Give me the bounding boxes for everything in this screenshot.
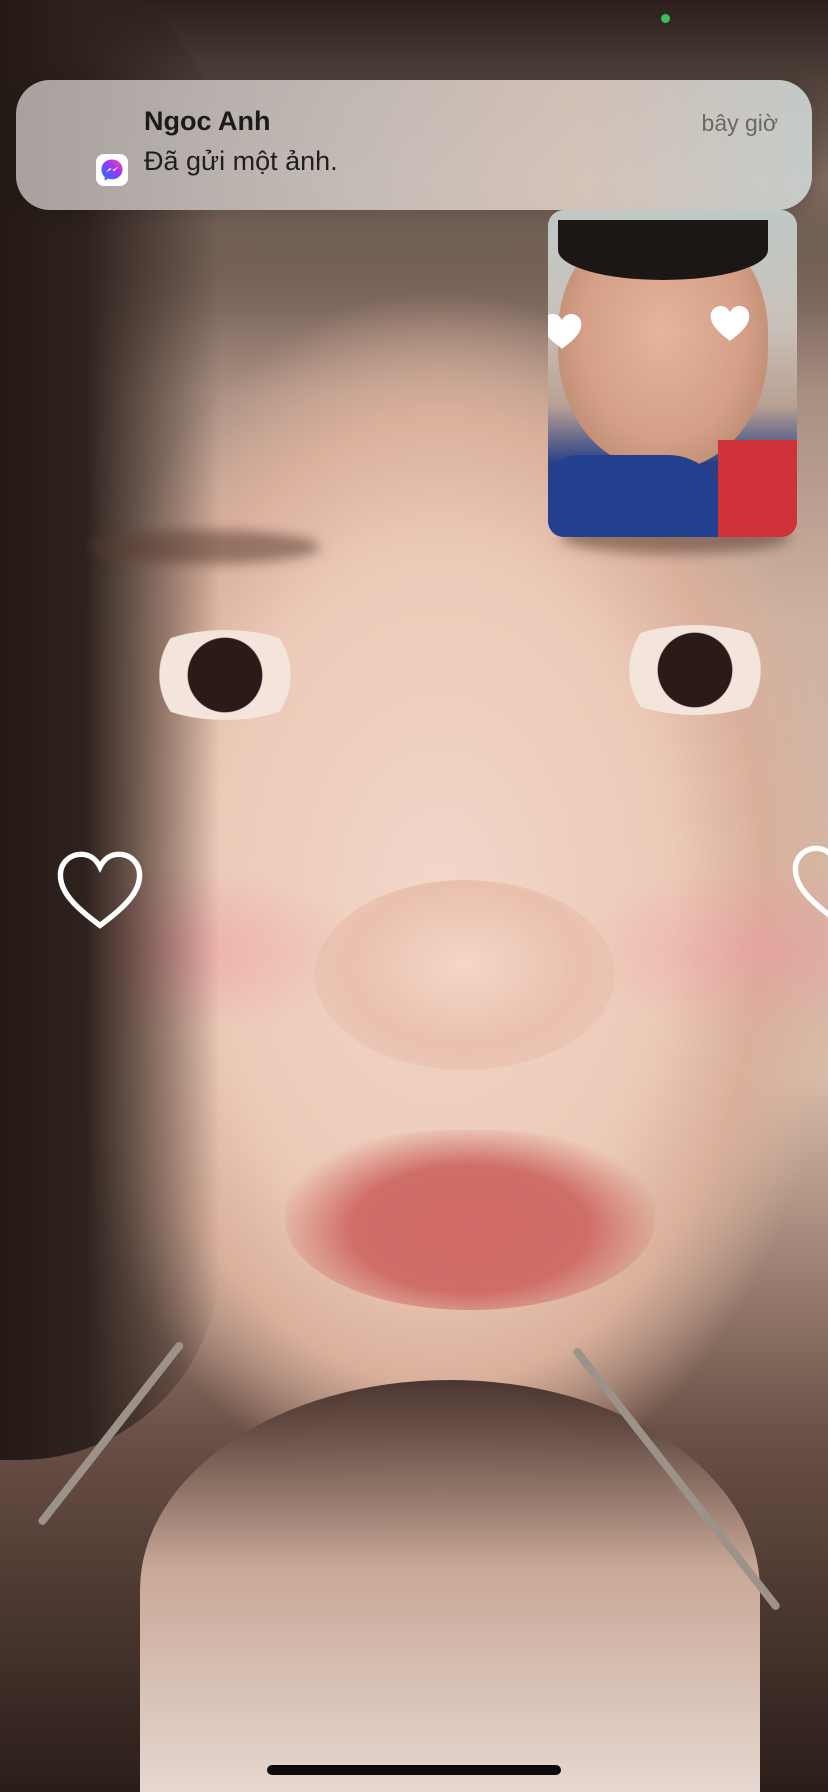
self-hair (558, 220, 768, 280)
right-eye (600, 625, 790, 715)
messenger-icon (96, 154, 128, 186)
hair-side-region (0, 0, 220, 1460)
self-view-video[interactable] (548, 210, 797, 537)
left-eye (130, 630, 320, 720)
self-jacket (718, 440, 797, 537)
heart-effect-icon (55, 848, 145, 938)
home-indicator[interactable] (267, 1765, 561, 1775)
heart-effect-icon (548, 310, 584, 354)
lips (285, 1130, 655, 1310)
notification-message: Đã gửi một ảnh. (144, 146, 338, 176)
heart-effect-icon (790, 842, 828, 932)
notification-banner[interactable]: Ngoc Anh Đã gửi một ảnh. bây giờ (16, 80, 812, 210)
heart-effect-icon (708, 302, 752, 346)
nose (315, 880, 615, 1070)
self-shirt (548, 455, 728, 537)
left-eyebrow (90, 530, 320, 564)
notification-sender: Ngoc Anh (144, 106, 271, 136)
neck-region (140, 1380, 760, 1792)
microphone-indicator (661, 14, 670, 23)
notification-time: bây giờ (701, 110, 778, 136)
